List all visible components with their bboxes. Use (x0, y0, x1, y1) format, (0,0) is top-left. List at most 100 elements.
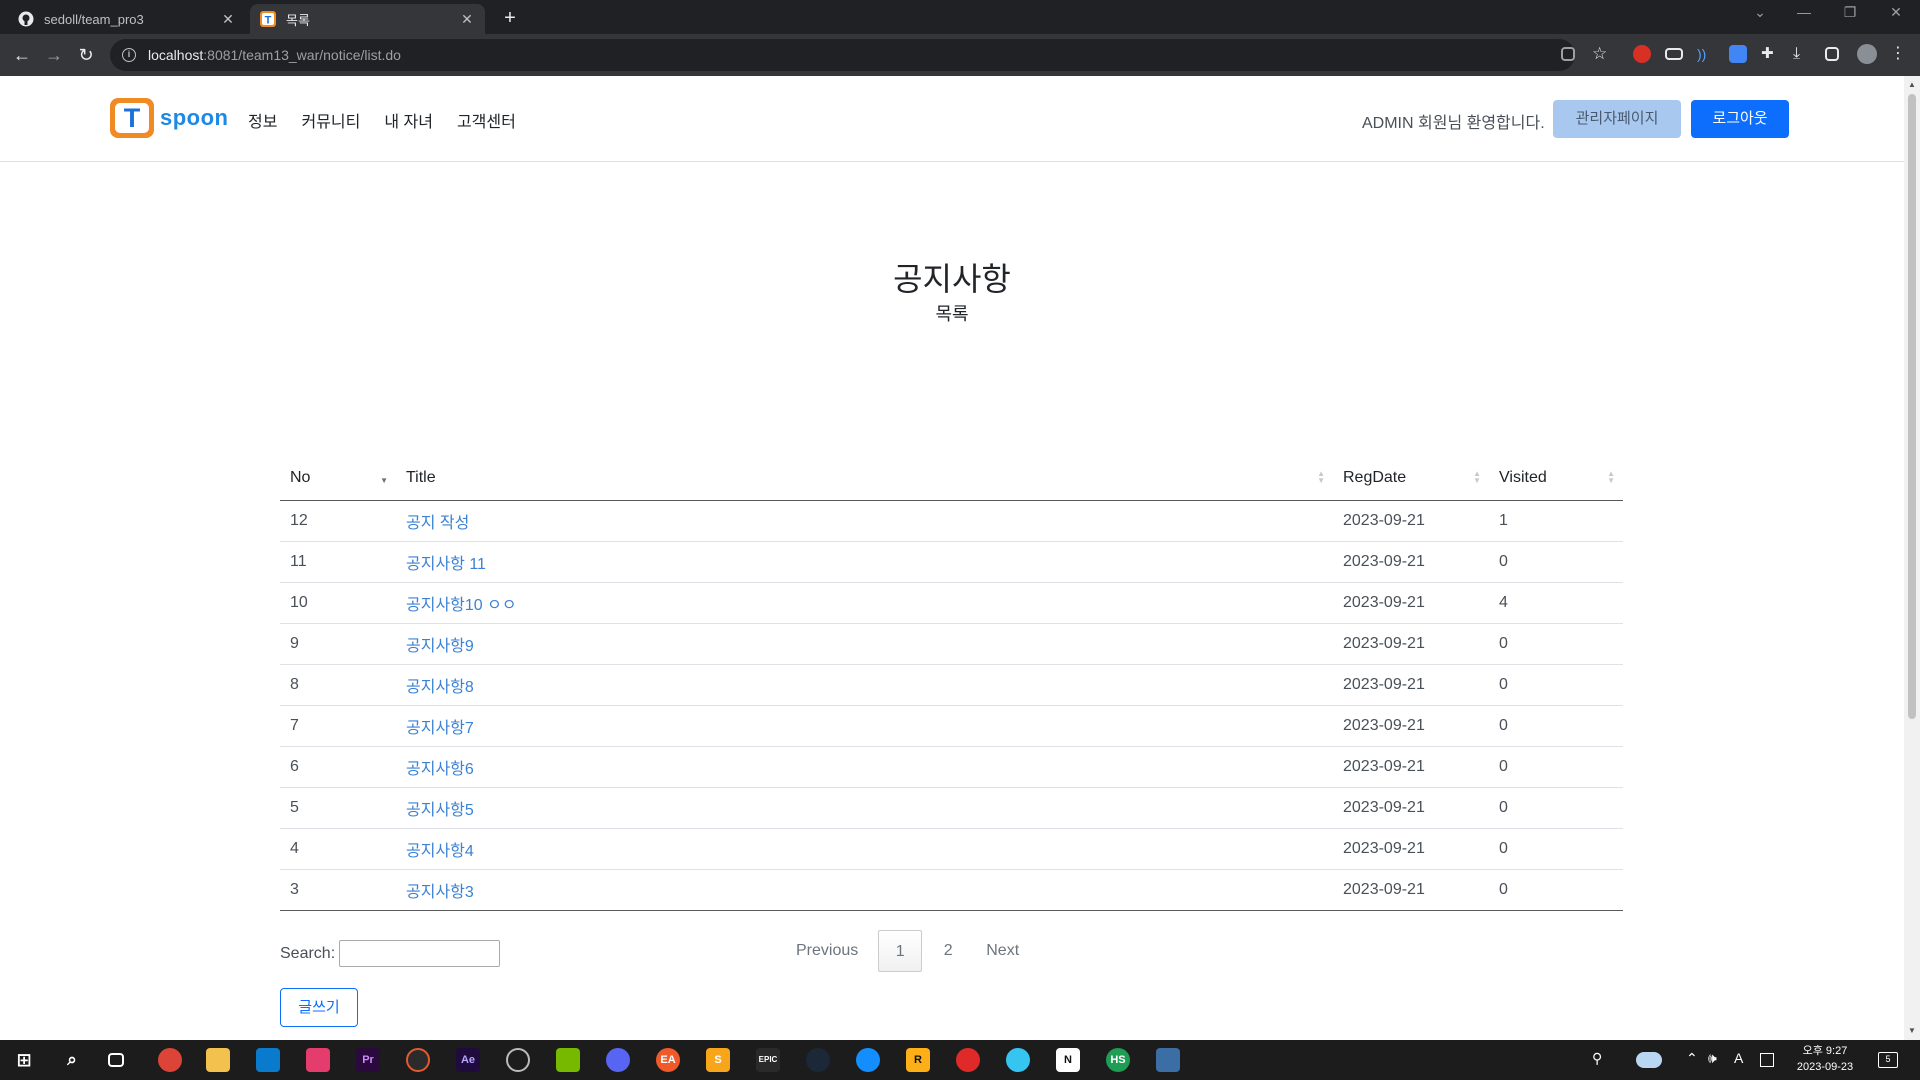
extension-wave-icon[interactable]: )) (1697, 45, 1715, 63)
forward-icon[interactable]: → (41, 42, 67, 68)
nav-item-community[interactable]: 커뮤니티 (301, 108, 360, 132)
scroll-up-icon[interactable]: ▲ (1908, 80, 1916, 89)
notice-link[interactable]: 공지사항7 (406, 720, 474, 737)
column-header-visited[interactable]: Visited ▲ ▼ (1489, 456, 1623, 501)
notice-link[interactable]: 공지 작성 (406, 515, 469, 532)
close-window-icon[interactable]: ✕ (1876, 4, 1916, 21)
after-effects-icon[interactable]: Ae (456, 1048, 480, 1072)
search-label: Search: (280, 944, 336, 962)
logo-letter: T (115, 103, 149, 133)
cell-title: 공지사항7 (396, 705, 1333, 747)
red-app-icon[interactable] (956, 1048, 980, 1072)
cell-title: 공지사항4 (396, 828, 1333, 870)
back-icon[interactable]: ← (9, 42, 35, 68)
nvidia-icon[interactable] (556, 1048, 580, 1072)
translate-icon[interactable] (1729, 45, 1747, 63)
pagination-next[interactable]: Next (970, 930, 1035, 972)
tray-chevron-icon[interactable]: ⌃ (1686, 1050, 1698, 1067)
nav-item-my-children[interactable]: 내 자녀 (384, 108, 433, 132)
slack-icon[interactable] (1006, 1048, 1030, 1072)
tab-search-icon[interactable]: ⌄ (1740, 4, 1780, 21)
site-logo[interactable]: T spoon (110, 98, 229, 138)
extension-screen-icon[interactable] (1665, 48, 1683, 60)
pagination-previous[interactable]: Previous (780, 930, 874, 972)
column-header-no[interactable]: No ▲▼ (280, 456, 396, 501)
address-bar[interactable]: i localhost:8081/team13_war/notice/list.… (110, 39, 1575, 71)
nav-item-customer-center[interactable]: 고객센터 (457, 108, 516, 132)
task-view-icon[interactable] (108, 1053, 124, 1067)
steam-icon[interactable] (806, 1048, 830, 1072)
chrome-icon[interactable] (158, 1048, 182, 1072)
discord-icon[interactable] (606, 1048, 630, 1072)
obs-icon[interactable] (506, 1048, 530, 1072)
weather-icon[interactable] (1636, 1052, 1662, 1068)
browser-tab-github[interactable]: sedoll/team_pro3 ✕ (8, 4, 246, 34)
scrollbar-thumb[interactable] (1908, 94, 1916, 719)
notice-link[interactable]: 공지사항6 (406, 761, 474, 778)
column-header-regdate[interactable]: RegDate ▲ ▼ (1333, 456, 1489, 501)
rockstar-icon[interactable]: R (906, 1048, 930, 1072)
close-tab-icon[interactable]: ✕ (220, 11, 236, 28)
admin-page-button[interactable]: 관리자페이지 (1553, 100, 1681, 138)
cell-visited: 0 (1489, 623, 1623, 665)
minimize-icon[interactable]: — (1784, 4, 1824, 20)
notification-center-icon[interactable]: 5 (1878, 1052, 1898, 1068)
write-post-button[interactable]: 글쓰기 (280, 988, 358, 1027)
user-status-icon[interactable]: ⚲ (1592, 1050, 1602, 1067)
sort-icon: ▲ ▼ (1317, 469, 1325, 485)
restore-icon[interactable]: ❐ (1830, 4, 1870, 21)
github-icon (18, 11, 34, 27)
premiere-icon[interactable]: Pr (356, 1048, 380, 1072)
s-app-icon[interactable]: S (706, 1048, 730, 1072)
site-header: T spoon 정보 커뮤니티 내 자녀 고객센터 ADMIN 회원님 환영합니… (0, 76, 1904, 162)
share-icon[interactable] (1561, 47, 1575, 61)
intellij-icon[interactable] (306, 1048, 330, 1072)
extension-red-icon[interactable] (1633, 45, 1651, 63)
file-explorer-icon[interactable] (206, 1048, 230, 1072)
notice-link[interactable]: 공지사항10 ㅇㅇ (406, 597, 517, 614)
extensions-puzzle-icon[interactable]: ✚ (1761, 45, 1779, 63)
profile-avatar[interactable] (1857, 44, 1877, 64)
side-panel-icon[interactable] (1825, 47, 1839, 61)
logout-button[interactable]: 로그아웃 (1691, 100, 1789, 138)
nav-item-info[interactable]: 정보 (248, 108, 277, 132)
cell-no: 6 (280, 746, 396, 788)
volume-icon[interactable]: 🕪 (1708, 1050, 1717, 1067)
ea-icon[interactable]: EA (656, 1048, 680, 1072)
browser-tab-active[interactable]: T 목록 ✕ (250, 4, 485, 34)
scroll-down-icon[interactable]: ▼ (1908, 1026, 1916, 1035)
download-icon[interactable]: ⤓ (1793, 45, 1811, 63)
notion-icon[interactable]: N (1056, 1048, 1080, 1072)
windows-start-icon[interactable]: ⊞ (12, 1048, 36, 1072)
main-nav: 정보 커뮤니티 내 자녀 고객센터 (248, 108, 516, 132)
notice-link[interactable]: 공지사항9 (406, 638, 474, 655)
new-tab-button[interactable]: + (498, 6, 522, 30)
window-app-icon[interactable] (1156, 1048, 1180, 1072)
vscode-icon[interactable] (256, 1048, 280, 1072)
close-tab-icon[interactable]: ✕ (459, 11, 475, 28)
table-row: 3 공지사항3 2023-09-21 0 (280, 869, 1623, 911)
notice-link[interactable]: 공지사항 11 (406, 556, 486, 573)
hs-app-icon[interactable]: HS (1106, 1048, 1130, 1072)
notice-link[interactable]: 공지사항4 (406, 843, 474, 860)
search-input[interactable] (339, 940, 501, 967)
ime-indicator[interactable]: A (1734, 1050, 1743, 1066)
bookmark-star-icon[interactable]: ☆ (1592, 45, 1610, 63)
notice-link[interactable]: 공지사항3 (406, 884, 474, 901)
search-icon[interactable]: ⌕ (60, 1048, 84, 1072)
reload-icon[interactable]: ↻ (73, 42, 99, 68)
keyboard-icon[interactable] (1760, 1053, 1774, 1067)
davinci-icon[interactable] (406, 1048, 430, 1072)
pagination-page[interactable]: 2 (926, 942, 970, 960)
notice-link[interactable]: 공지사항5 (406, 802, 474, 819)
battlenet-icon[interactable] (856, 1048, 880, 1072)
column-header-title[interactable]: Title ▲ ▼ (396, 456, 1333, 501)
taskbar-clock[interactable]: 오후 9:27 2023-09-23 (1790, 1043, 1860, 1075)
epic-games-icon[interactable]: EPIC (756, 1048, 780, 1072)
page-scrollbar[interactable]: ▲ ▼ (1904, 76, 1920, 1040)
menu-kebab-icon[interactable]: ⋮ (1890, 45, 1908, 63)
svg-text:T: T (265, 15, 272, 27)
notice-link[interactable]: 공지사항8 (406, 679, 474, 696)
pagination-page-current[interactable]: 1 (878, 930, 923, 972)
site-info-icon[interactable]: i (122, 48, 136, 62)
